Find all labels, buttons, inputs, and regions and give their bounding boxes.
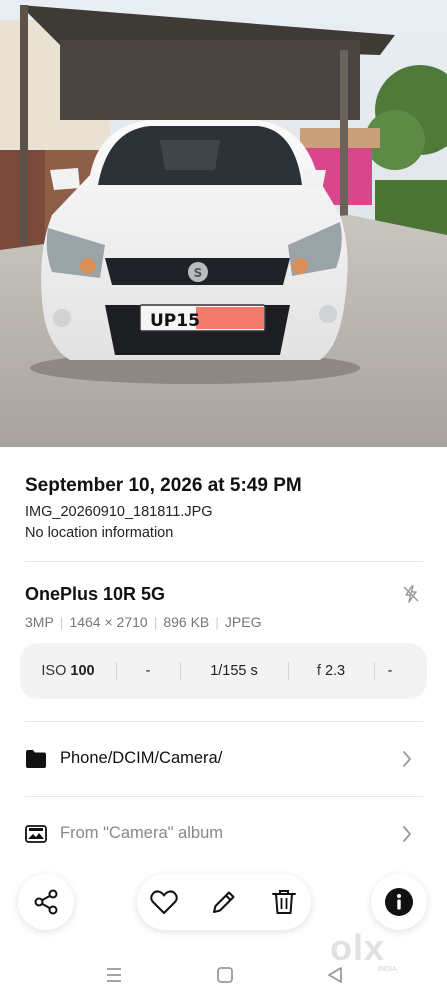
divider xyxy=(25,561,423,562)
divider xyxy=(25,796,423,797)
exif-panel: ISO 100 - 1/155 s f 2.3 - xyxy=(20,643,427,699)
chevron-right-icon xyxy=(403,751,411,767)
exif-iso: ISO 100 xyxy=(20,643,116,699)
exif-exposure: - xyxy=(387,663,393,679)
chevron-right-icon xyxy=(403,826,411,842)
spec-resolution: 1464 × 2710 xyxy=(69,614,148,630)
file-path-text: Phone/DCIM/Camera/ xyxy=(60,749,223,767)
exif-shutter-speed: 1/155 s xyxy=(210,663,258,679)
exif-aperture-label: f xyxy=(316,663,321,679)
system-navigation-bar xyxy=(0,950,447,1000)
share-button[interactable] xyxy=(18,874,74,930)
spec-separator: | xyxy=(59,614,64,630)
car-photo: S UP15 xyxy=(0,0,447,447)
license-plate-text: UP15 xyxy=(150,311,200,331)
folder-icon xyxy=(26,750,46,768)
photo-location: No location information xyxy=(25,525,174,541)
exif-focal-length: - xyxy=(145,663,151,679)
spec-filesize: 896 KB xyxy=(163,614,210,630)
spec-format: JPEG xyxy=(224,614,262,630)
flash-off-icon xyxy=(403,585,419,603)
file-path-row[interactable]: Phone/DCIM/Camera/ xyxy=(25,739,423,779)
photo-datetime: September 10, 2026 at 5:49 PM xyxy=(25,475,302,496)
album-icon xyxy=(25,825,47,843)
spec-megapixels: 3MP xyxy=(25,614,54,630)
exif-iso-value: 100 xyxy=(70,663,95,679)
svg-text:S: S xyxy=(194,266,203,280)
device-name: OnePlus 10R 5G xyxy=(25,584,166,604)
spec-separator: | xyxy=(153,614,158,630)
photo-preview[interactable]: S UP15 xyxy=(0,0,447,447)
info-icon xyxy=(385,888,413,916)
exif-aperture: f 2.3 xyxy=(288,643,374,699)
photo-specs: 3MP | 1464 × 2710 | 896 KB | JPEG xyxy=(25,614,261,630)
photo-filename: IMG_20260910_181811.JPG xyxy=(25,504,213,520)
album-row[interactable]: From "Camera" album xyxy=(25,814,423,854)
home-icon[interactable] xyxy=(215,965,235,985)
photo-actions-bar xyxy=(137,874,311,930)
heart-icon[interactable] xyxy=(149,887,179,917)
album-text: From "Camera" album xyxy=(60,824,224,842)
info-button[interactable] xyxy=(371,874,427,930)
divider xyxy=(25,721,423,722)
pencil-icon[interactable] xyxy=(209,887,239,917)
recent-apps-icon[interactable] xyxy=(104,965,124,985)
spec-separator: | xyxy=(215,614,219,630)
share-icon xyxy=(34,889,58,915)
back-icon[interactable] xyxy=(325,965,345,985)
exif-iso-label: ISO xyxy=(41,663,67,679)
trash-icon[interactable] xyxy=(269,887,299,917)
exif-aperture-value: 2.3 xyxy=(324,663,346,679)
